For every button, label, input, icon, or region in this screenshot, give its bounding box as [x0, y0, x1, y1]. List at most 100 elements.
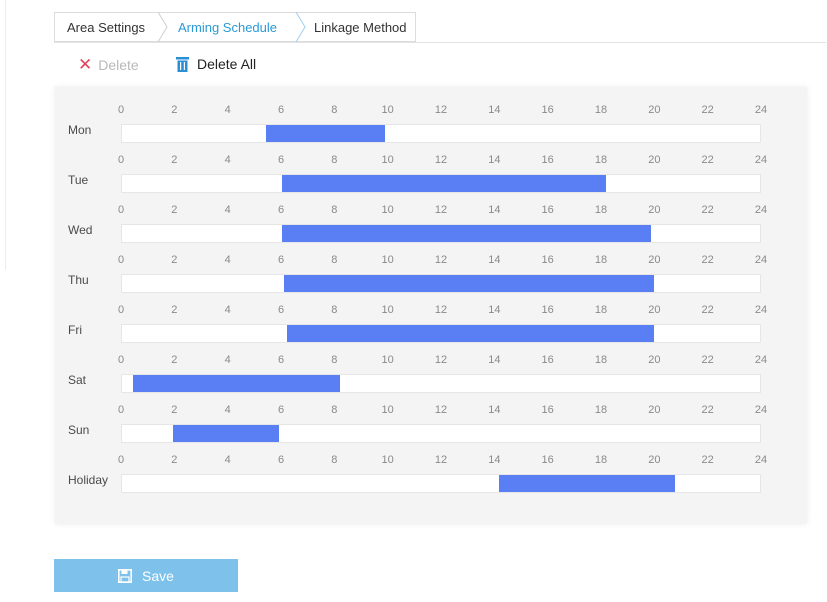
hour-tick-label: 6	[277, 354, 285, 366]
hour-tick-label: 22	[701, 354, 714, 366]
hour-tick-label: 6	[277, 204, 285, 216]
hour-tick-label: 2	[171, 104, 178, 116]
day-label: Mon	[68, 123, 92, 137]
hour-tick-label: 8	[331, 204, 338, 216]
hour-tick-label: 20	[648, 254, 661, 266]
hour-tick-label: 10	[381, 354, 394, 366]
hour-tick-label: 4	[224, 154, 231, 166]
tab-linkage-method[interactable]: Linkage Method	[300, 12, 416, 42]
hour-tick-label: 12	[434, 304, 448, 316]
hour-tick-label: 2	[171, 254, 178, 266]
tab-area-settings[interactable]: Area Settings	[54, 12, 162, 42]
day-label: Holiday	[68, 473, 109, 487]
hour-tick-label: 0	[117, 404, 125, 416]
hour-tick-label: 18	[594, 204, 608, 216]
hour-tick-label: 24	[754, 204, 768, 216]
hour-tick-label: 2	[171, 454, 178, 466]
hour-tick-label: 8	[331, 104, 338, 116]
hour-tick-label: 16	[541, 354, 554, 366]
save-button[interactable]: Save	[54, 559, 238, 592]
hour-tick-label: 16	[541, 304, 554, 316]
delete-label: Delete	[98, 57, 139, 73]
hour-tick-label: 8	[331, 304, 338, 316]
tab-arming-schedule[interactable]: Arming Schedule	[162, 12, 300, 42]
hour-tick-label: 10	[381, 304, 394, 316]
hour-tick-label: 0	[117, 354, 125, 366]
hour-tick-label: 24	[754, 304, 768, 316]
hour-tick-label: 18	[594, 104, 608, 116]
hour-tick-label: 4	[224, 104, 231, 116]
hour-tick-label: 12	[434, 154, 448, 166]
hour-tick-label: 0	[117, 254, 125, 266]
hour-tick-label: 4	[224, 454, 231, 466]
hour-tick-label: 2	[171, 154, 178, 166]
delete-all-button[interactable]: Delete All	[176, 56, 256, 72]
hour-tick-label: 20	[648, 354, 661, 366]
hour-tick-label: 2	[171, 354, 178, 366]
hour-tick-label: 10	[381, 204, 394, 216]
day-label: Sat	[68, 373, 87, 387]
hour-tick-label: 22	[701, 404, 714, 416]
hour-tick-label: 0	[117, 104, 125, 116]
schedule-segment[interactable]	[499, 475, 675, 492]
hour-tick-label: 8	[331, 454, 338, 466]
hour-tick-label: 10	[381, 254, 394, 266]
hour-tick-label: 14	[488, 354, 501, 366]
hour-tick-label: 6	[277, 254, 285, 266]
hour-tick-label: 22	[701, 104, 714, 116]
hour-tick-label: 24	[754, 454, 768, 466]
hour-tick-label: 24	[754, 404, 768, 416]
hour-tick-label: 2	[171, 204, 178, 216]
hour-tick-label: 12	[434, 454, 448, 466]
hour-tick-label: 16	[541, 404, 554, 416]
day-timeline-track[interactable]	[121, 474, 761, 493]
schedule-row: 0 2 4 6 8 10 12 14 16 18 20 22 24 Holiday	[55, 437, 807, 493]
hour-tick-label: 24	[754, 354, 768, 366]
hour-tick-label: 0	[117, 304, 125, 316]
delete-button[interactable]: ✕ Delete	[78, 56, 139, 74]
hour-tick-label: 8	[331, 254, 338, 266]
hour-tick-label: 18	[594, 354, 608, 366]
hour-tick-label: 10	[381, 404, 394, 416]
hour-tick-label: 20	[648, 104, 661, 116]
hour-tick-label: 2	[171, 304, 178, 316]
hour-tick-label: 14	[488, 404, 501, 416]
hour-tick-label: 12	[434, 404, 448, 416]
hour-tick-label: 14	[488, 304, 501, 316]
hour-tick-label: 24	[754, 254, 768, 266]
breadcrumb-tabs: Area Settings Arming Schedule Linkage Me…	[54, 12, 826, 43]
day-label: Wed	[68, 223, 93, 237]
hour-tick-label: 18	[594, 304, 608, 316]
schedule-row: 0 2 4 6 8 10 12 14 16 18 20 22 24 Fri	[55, 287, 807, 343]
hour-tick-label: 4	[224, 304, 231, 316]
close-icon: ✕	[78, 55, 93, 74]
hour-tick-label: 6	[277, 454, 285, 466]
save-label: Save	[142, 567, 174, 584]
hour-tick-label: 12	[434, 104, 448, 116]
hour-tick-label: 20	[648, 154, 661, 166]
hour-tick-label: 0	[117, 204, 125, 216]
schedule-row: 0 2 4 6 8 10 12 14 16 18 20 22 24 Sat	[55, 337, 807, 393]
hour-tick-label: 8	[331, 354, 338, 366]
hour-tick-label: 10	[381, 454, 394, 466]
tab-linkage-method-label: Linkage Method	[314, 20, 407, 35]
hour-tick-label: 6	[277, 154, 285, 166]
hour-tick-label: 18	[594, 254, 608, 266]
day-label: Sun	[68, 423, 90, 437]
schedule-row: 0 2 4 6 8 10 12 14 16 18 20 22 24 Wed	[55, 187, 807, 243]
hour-tick-label: 2	[171, 404, 178, 416]
hour-tick-label: 20	[648, 454, 661, 466]
tab-area-settings-label: Area Settings	[67, 20, 146, 35]
hour-tick-label: 16	[541, 204, 554, 216]
day-label: Thu	[68, 273, 89, 287]
hour-tick-label: 0	[117, 454, 125, 466]
hour-tick-label: 14	[488, 454, 501, 466]
day-label: Tue	[68, 173, 89, 187]
hour-tick-label: 8	[331, 154, 338, 166]
day-label: Fri	[68, 323, 82, 337]
hour-tick-label: 16	[541, 154, 554, 166]
delete-all-label: Delete All	[197, 56, 257, 72]
hour-tick-label: 10	[381, 104, 394, 116]
hour-tick-label: 20	[648, 204, 661, 216]
hour-tick-label: 4	[224, 204, 231, 216]
